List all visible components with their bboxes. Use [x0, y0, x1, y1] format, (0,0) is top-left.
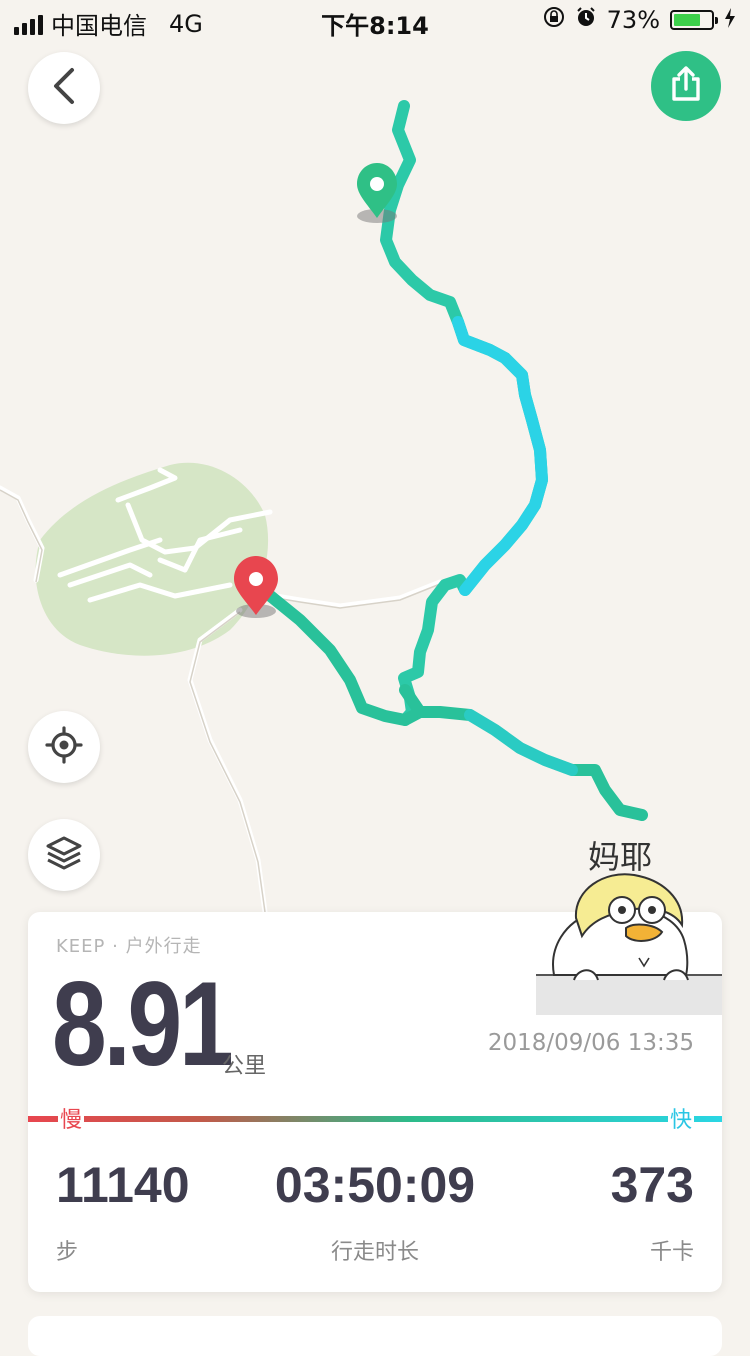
- status-bar: 中国电信 4G 下午8:14 73%: [0, 0, 750, 40]
- battery-percent: 73%: [606, 6, 660, 34]
- speed-fast-label: 快: [668, 1102, 695, 1134]
- share-button[interactable]: [651, 51, 721, 121]
- locate-button[interactable]: [28, 711, 100, 783]
- layers-icon: [44, 833, 84, 877]
- charging-icon: [724, 6, 736, 34]
- start-marker: [357, 163, 397, 223]
- back-button[interactable]: [28, 52, 100, 124]
- calories-value: 373: [610, 1157, 694, 1213]
- duration-label: 行走时长: [330, 1240, 419, 1265]
- status-right: 73%: [543, 6, 736, 34]
- battery-fill: [674, 14, 700, 26]
- next-card-edge: [28, 1316, 722, 1356]
- distance-unit: 公里: [222, 1054, 267, 1079]
- end-marker: [234, 556, 278, 618]
- layers-button[interactable]: [28, 819, 100, 891]
- duck-sticker: 妈耶: [534, 830, 724, 1020]
- orientation-lock-icon: [543, 6, 565, 34]
- distance-value: 8.91: [52, 957, 234, 1091]
- sticker-text: 妈耶: [588, 838, 653, 876]
- battery-icon: [670, 10, 718, 30]
- workout-datetime: 2018/09/06 13:35: [487, 1030, 694, 1056]
- alarm-icon: [575, 6, 597, 34]
- speed-gradient-bar: [28, 1116, 722, 1122]
- calories-label: 千卡: [649, 1240, 694, 1265]
- chevron-left-icon: [50, 66, 78, 110]
- crosshair-icon: [44, 725, 84, 769]
- speed-slow-label: 慢: [58, 1102, 85, 1134]
- workout-source: KEEP · 户外行走: [56, 936, 202, 957]
- share-icon: [668, 65, 704, 107]
